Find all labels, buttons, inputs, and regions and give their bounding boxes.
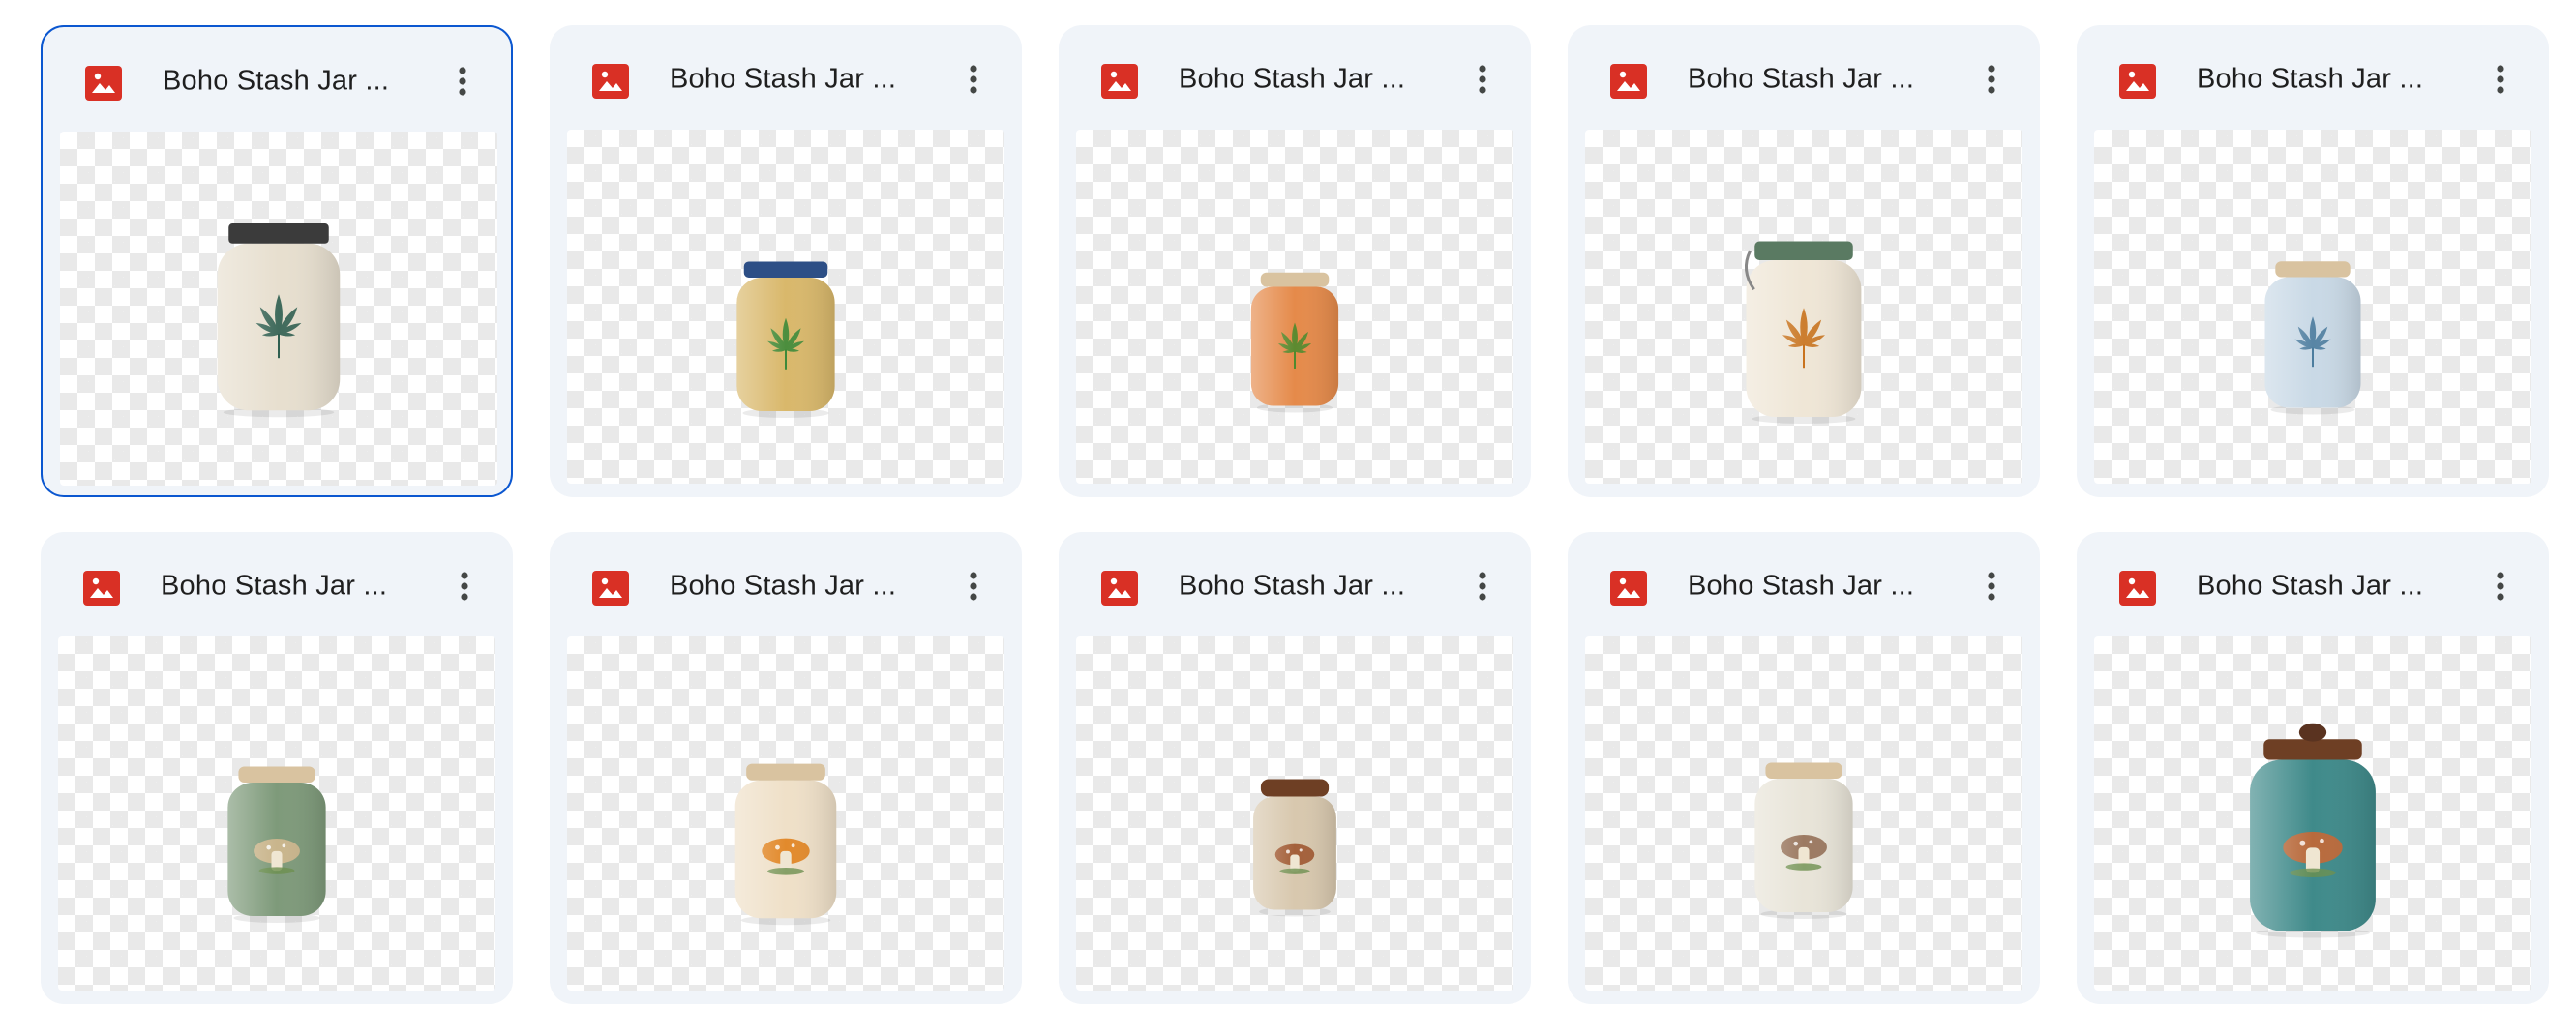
file-card[interactable]: Boho Stash Jar ... bbox=[41, 532, 513, 1004]
file-thumbnail[interactable] bbox=[1585, 636, 2022, 991]
file-name[interactable]: Boho Stash Jar ... bbox=[2197, 64, 2439, 96]
image-file-icon bbox=[1610, 571, 1647, 606]
more-vert-icon bbox=[461, 572, 468, 601]
file-name[interactable]: Boho Stash Jar ... bbox=[163, 66, 404, 98]
image-file-icon bbox=[592, 571, 629, 606]
file-card-header: Boho Stash Jar ... bbox=[550, 532, 1022, 636]
jar-image bbox=[2264, 261, 2361, 415]
file-grid: Boho Stash Jar ... Boho Stash Jar ... Bo… bbox=[0, 0, 2576, 1035]
file-card[interactable]: Boho Stash Jar ... bbox=[550, 25, 1022, 497]
file-card[interactable]: Boho Stash Jar ... bbox=[1059, 532, 1531, 1004]
file-card-header: Boho Stash Jar ... bbox=[2077, 25, 2549, 130]
file-thumbnail[interactable] bbox=[2094, 130, 2531, 484]
file-card-header: Boho Stash Jar ... bbox=[1568, 25, 2040, 130]
file-thumbnail[interactable] bbox=[567, 130, 1004, 484]
file-name[interactable]: Boho Stash Jar ... bbox=[670, 571, 912, 603]
file-card-header: Boho Stash Jar ... bbox=[43, 27, 511, 132]
more-vert-icon bbox=[1988, 572, 1995, 601]
file-card[interactable]: Boho Stash Jar ... bbox=[41, 25, 513, 497]
file-name[interactable]: Boho Stash Jar ... bbox=[2197, 571, 2439, 603]
more-vert-icon bbox=[970, 572, 977, 601]
file-card-header: Boho Stash Jar ... bbox=[1059, 532, 1531, 636]
file-card-header: Boho Stash Jar ... bbox=[1568, 532, 2040, 636]
more-vert-icon bbox=[970, 65, 977, 94]
more-actions-button[interactable] bbox=[1968, 563, 2015, 609]
file-card-header: Boho Stash Jar ... bbox=[550, 25, 1022, 130]
file-thumbnail[interactable] bbox=[1076, 636, 1513, 991]
file-thumbnail[interactable] bbox=[2094, 636, 2531, 991]
file-name[interactable]: Boho Stash Jar ... bbox=[1688, 64, 1930, 96]
more-vert-icon bbox=[1479, 572, 1486, 601]
file-thumbnail[interactable] bbox=[1076, 130, 1513, 484]
more-actions-button[interactable] bbox=[2477, 56, 2524, 103]
jar-image bbox=[734, 763, 837, 926]
file-card[interactable]: Boho Stash Jar ... bbox=[550, 532, 1022, 1004]
image-file-icon bbox=[1101, 64, 1138, 99]
file-thumbnail[interactable] bbox=[567, 636, 1004, 991]
file-card[interactable]: Boho Stash Jar ... bbox=[1059, 25, 1531, 497]
jar-image bbox=[1744, 241, 1862, 424]
image-file-icon bbox=[2119, 571, 2156, 606]
more-actions-button[interactable] bbox=[950, 56, 997, 103]
image-file-icon bbox=[83, 571, 120, 606]
image-file-icon bbox=[85, 66, 122, 101]
file-card[interactable]: Boho Stash Jar ... bbox=[1568, 25, 2040, 497]
image-file-icon bbox=[2119, 64, 2156, 99]
more-actions-button[interactable] bbox=[2477, 563, 2524, 609]
file-card[interactable]: Boho Stash Jar ... bbox=[2077, 532, 2549, 1004]
file-card-header: Boho Stash Jar ... bbox=[1059, 25, 1531, 130]
more-actions-button[interactable] bbox=[1459, 56, 1506, 103]
jar-image bbox=[2250, 723, 2376, 938]
more-vert-icon bbox=[2497, 572, 2504, 601]
file-card[interactable]: Boho Stash Jar ... bbox=[1568, 532, 2040, 1004]
file-card-header: Boho Stash Jar ... bbox=[2077, 532, 2549, 636]
jar-image bbox=[217, 223, 341, 418]
more-actions-button[interactable] bbox=[950, 563, 997, 609]
more-vert-icon bbox=[1988, 65, 1995, 94]
file-card-header: Boho Stash Jar ... bbox=[41, 532, 513, 636]
jar-image bbox=[1250, 272, 1339, 413]
file-name[interactable]: Boho Stash Jar ... bbox=[1179, 571, 1421, 603]
file-name[interactable]: Boho Stash Jar ... bbox=[161, 571, 403, 603]
more-actions-button[interactable] bbox=[441, 563, 488, 609]
image-file-icon bbox=[592, 64, 629, 99]
image-file-icon bbox=[1610, 64, 1647, 99]
file-thumbnail[interactable] bbox=[58, 636, 495, 991]
more-vert-icon bbox=[459, 67, 466, 96]
file-thumbnail[interactable] bbox=[60, 132, 497, 486]
more-vert-icon bbox=[1479, 65, 1486, 94]
file-name[interactable]: Boho Stash Jar ... bbox=[1688, 571, 1930, 603]
jar-image bbox=[736, 261, 835, 418]
image-file-icon bbox=[1101, 571, 1138, 606]
file-thumbnail[interactable] bbox=[1585, 130, 2022, 484]
more-actions-button[interactable] bbox=[1968, 56, 2015, 103]
jar-image bbox=[227, 766, 326, 923]
file-name[interactable]: Boho Stash Jar ... bbox=[670, 64, 912, 96]
file-card[interactable]: Boho Stash Jar ... bbox=[2077, 25, 2549, 497]
more-vert-icon bbox=[2497, 65, 2504, 94]
jar-image bbox=[1754, 762, 1853, 919]
file-name[interactable]: Boho Stash Jar ... bbox=[1179, 64, 1421, 96]
more-actions-button[interactable] bbox=[439, 58, 486, 104]
jar-image bbox=[1253, 779, 1336, 917]
more-actions-button[interactable] bbox=[1459, 563, 1506, 609]
